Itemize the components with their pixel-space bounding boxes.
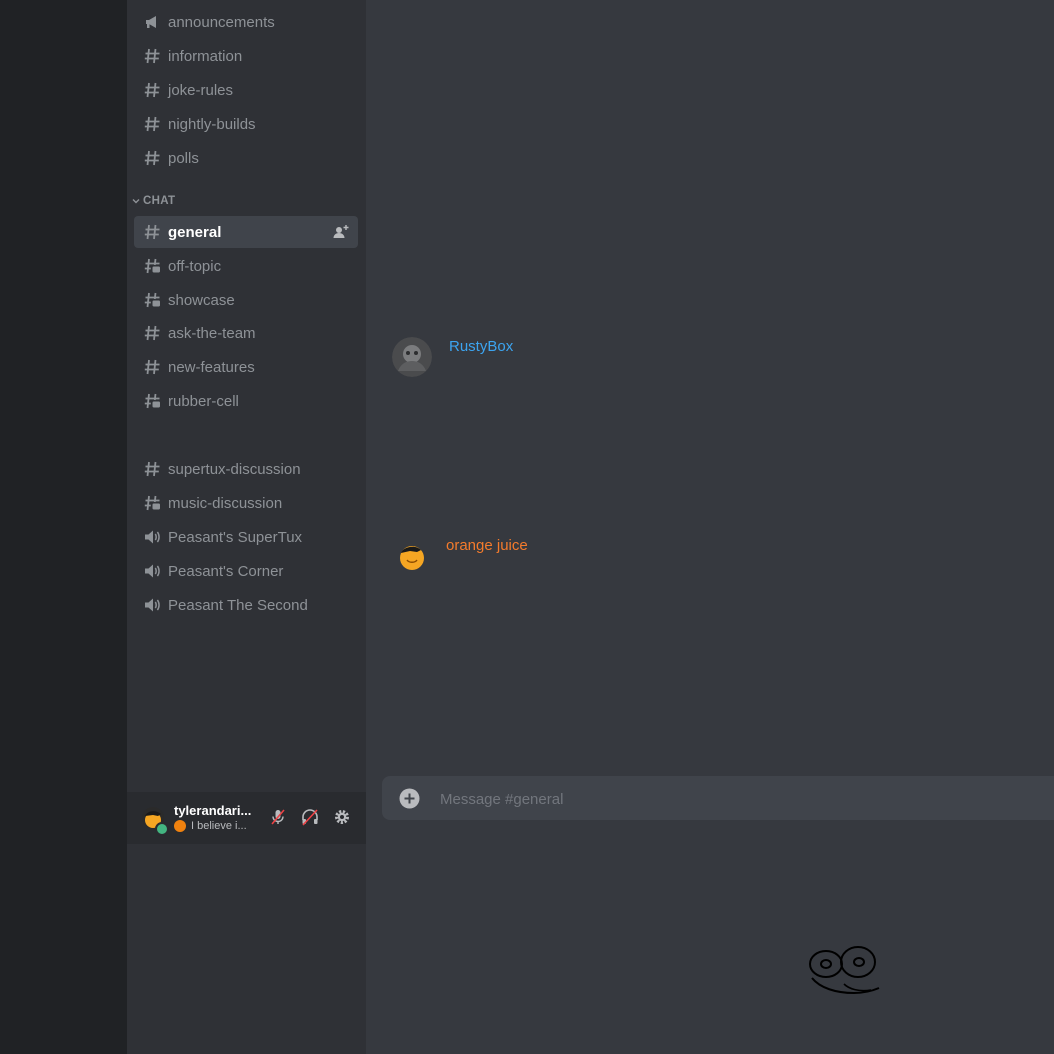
channel-new-features[interactable]: new-features bbox=[134, 351, 358, 383]
voice-channel-peasants-corner[interactable]: Peasant's Corner bbox=[134, 555, 358, 587]
channel-nightly-builds[interactable]: nightly-builds bbox=[134, 108, 358, 140]
channel-music-discussion[interactable]: music-discussion bbox=[134, 487, 358, 519]
channel-label: joke-rules bbox=[168, 81, 234, 99]
channel-label: rubber-cell bbox=[168, 392, 239, 410]
add-attachment-icon[interactable] bbox=[399, 788, 420, 809]
orange-emoji-icon bbox=[174, 820, 186, 832]
channel-label: general bbox=[168, 223, 222, 241]
voice-channel-peasants-supertux[interactable]: Peasant's SuperTux bbox=[134, 521, 358, 553]
microphone-muted-icon bbox=[271, 809, 285, 825]
hash-thread-icon bbox=[144, 393, 160, 409]
message-input[interactable] bbox=[438, 776, 1042, 822]
channel-label: off-topic bbox=[168, 257, 222, 275]
chevron-down-icon bbox=[132, 199, 140, 204]
channel-rubber-cell[interactable]: rubber-cell bbox=[134, 385, 358, 417]
channel-information[interactable]: information bbox=[134, 40, 358, 72]
channel-joke-rules[interactable]: joke-rules bbox=[134, 74, 358, 106]
channel-label: ask-the-team bbox=[168, 324, 256, 342]
channel-label: nightly-builds bbox=[168, 115, 256, 133]
hash-icon bbox=[144, 116, 160, 132]
message-composer bbox=[382, 776, 1054, 822]
channel-label: Peasant The Second bbox=[168, 596, 308, 614]
mute-button[interactable] bbox=[267, 806, 289, 828]
channel-label: announcements bbox=[168, 13, 275, 31]
channel-off-topic[interactable]: off-topic bbox=[134, 250, 358, 282]
headphones-muted-icon bbox=[302, 809, 318, 826]
channel-label: supertux-discussion bbox=[168, 460, 301, 478]
custom-status-text: I believe i... bbox=[191, 820, 247, 832]
channel-label: music-discussion bbox=[168, 494, 283, 512]
channel-label: polls bbox=[168, 149, 199, 167]
username[interactable]: tylerandari... bbox=[174, 803, 251, 818]
channel-supertux-discussion[interactable]: supertux-discussion bbox=[134, 453, 358, 485]
channel-sidebar: announcements information joke-rules nig… bbox=[127, 0, 366, 1054]
channel-label: information bbox=[168, 47, 243, 65]
channel-general[interactable]: general bbox=[134, 216, 358, 248]
channel-label: Peasant's SuperTux bbox=[168, 528, 303, 546]
category-label: CHAT bbox=[143, 195, 176, 207]
server-rail bbox=[0, 0, 127, 1054]
hash-icon bbox=[144, 325, 160, 341]
chat-area: RustyBox orange juice bbox=[366, 0, 1054, 1054]
doodle-image bbox=[809, 946, 880, 995]
add-member-icon[interactable] bbox=[333, 224, 349, 240]
channel-label: Peasant's Corner bbox=[168, 562, 284, 580]
hash-icon bbox=[144, 82, 160, 98]
user-panel: tylerandari... I believe i... bbox=[127, 792, 366, 844]
hash-icon bbox=[144, 224, 160, 240]
custom-status: I believe i... bbox=[174, 820, 247, 832]
speaker-icon bbox=[145, 564, 160, 578]
deafen-button[interactable] bbox=[299, 806, 321, 828]
voice-channel-peasant-the-second[interactable]: Peasant The Second bbox=[134, 589, 358, 621]
hash-thread-icon bbox=[144, 292, 160, 308]
hash-icon bbox=[144, 150, 160, 166]
online-status-icon bbox=[155, 822, 169, 836]
channel-label: new-features bbox=[168, 358, 255, 376]
channel-label: showcase bbox=[168, 291, 235, 309]
speaker-icon bbox=[145, 530, 160, 544]
user-settings-button[interactable] bbox=[331, 806, 353, 828]
avatar[interactable] bbox=[398, 543, 426, 571]
message-author[interactable]: RustyBox bbox=[449, 338, 513, 355]
hash-thread-icon bbox=[144, 258, 160, 274]
message-author[interactable]: orange juice bbox=[446, 537, 528, 554]
hash-icon bbox=[144, 48, 160, 64]
avatar[interactable] bbox=[392, 337, 432, 377]
hash-icon bbox=[144, 461, 160, 477]
hash-thread-icon bbox=[144, 495, 160, 511]
channel-polls[interactable]: polls bbox=[134, 142, 358, 174]
hash-icon bbox=[144, 359, 160, 375]
channel-announcements[interactable]: announcements bbox=[134, 6, 358, 38]
channel-ask-the-team[interactable]: ask-the-team bbox=[134, 317, 358, 349]
category-chat[interactable]: CHAT bbox=[131, 195, 175, 207]
speaker-icon bbox=[145, 598, 160, 612]
megaphone-icon bbox=[146, 16, 156, 28]
channel-showcase[interactable]: showcase bbox=[134, 284, 358, 316]
gear-icon bbox=[335, 810, 349, 824]
